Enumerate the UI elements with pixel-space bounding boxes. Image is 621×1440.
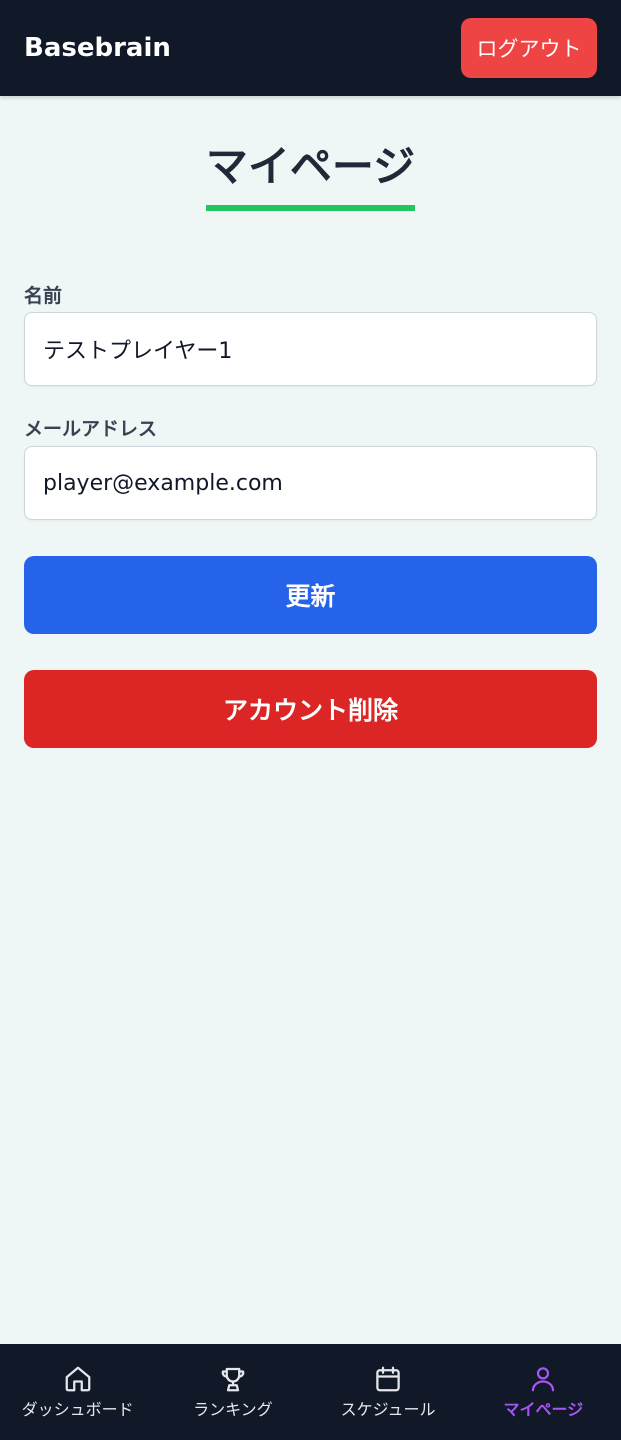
nav-item-mypage[interactable]: マイページ (466, 1344, 621, 1440)
nav-label-ranking: ランキング (193, 1400, 273, 1419)
nav-label-schedule: スケジュール (340, 1400, 436, 1419)
email-label: メールアドレス (24, 418, 158, 440)
nav-label-dashboard: ダッシュボード (21, 1400, 134, 1419)
name-field[interactable] (24, 312, 597, 386)
nav-item-ranking[interactable]: ランキング (155, 1344, 310, 1440)
update-button[interactable]: 更新 (24, 556, 597, 634)
app-header: Basebrain ログアウト (0, 0, 621, 96)
bottom-nav: ダッシュボード ランキング スケジュール マイページ (0, 1344, 621, 1440)
calendar-icon (376, 1366, 400, 1392)
delete-account-button[interactable]: アカウント削除 (24, 670, 597, 748)
email-field[interactable] (24, 446, 597, 520)
brand-logo: Basebrain (24, 33, 171, 63)
trophy-icon (221, 1367, 245, 1392)
nav-item-dashboard[interactable]: ダッシュボード (0, 1344, 155, 1440)
user-icon (532, 1367, 555, 1392)
name-label: 名前 (24, 285, 63, 307)
home-icon (65, 1366, 90, 1392)
page-title: マイページ (205, 140, 416, 211)
page-title-wrap: マイページ (0, 140, 621, 211)
nav-item-schedule[interactable]: スケジュール (311, 1344, 466, 1440)
nav-label-mypage: マイページ (503, 1400, 584, 1419)
logout-button[interactable]: ログアウト (461, 18, 597, 78)
